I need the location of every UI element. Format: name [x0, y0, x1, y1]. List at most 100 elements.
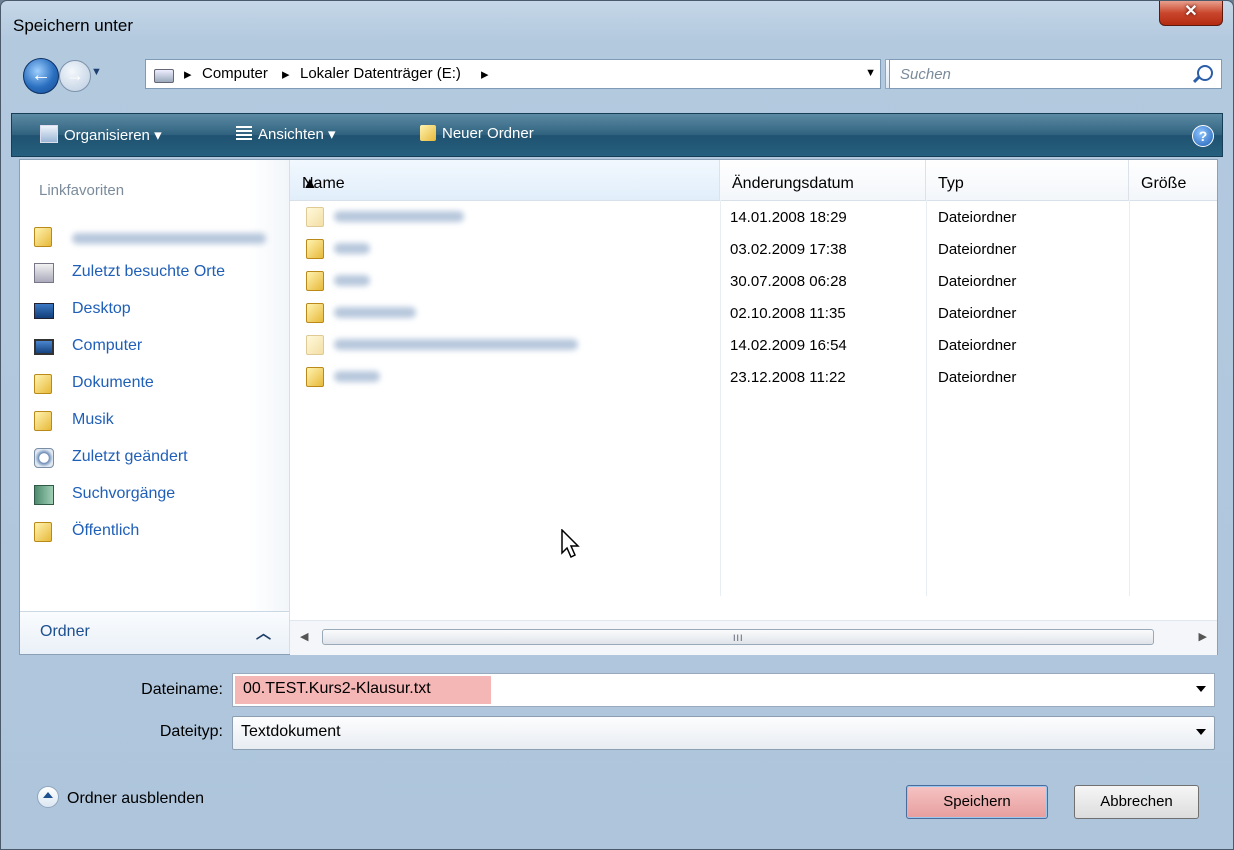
filetype-select[interactable]: Textdokument — [232, 716, 1215, 750]
file-row[interactable]: 14.01.2008 18:29 Dateiordner — [290, 202, 1217, 234]
file-name — [334, 365, 380, 387]
sidebar-item-documents[interactable]: Dokumente — [34, 371, 284, 399]
file-date: 14.02.2009 16:54 — [730, 337, 847, 354]
column-header-name[interactable]: Name ▲ — [290, 160, 720, 200]
column-header-label: Typ — [938, 175, 964, 192]
chevron-down-icon[interactable]: ▼ — [865, 67, 876, 79]
column-header-label: Größe — [1141, 175, 1187, 192]
sidebar-item-label: Öffentlich — [72, 522, 140, 539]
sidebar-item-computer[interactable]: Computer — [34, 334, 284, 362]
chevron-down-icon: ▾ — [154, 127, 162, 144]
chevron-down-icon: ▼ — [91, 66, 102, 78]
file-name — [334, 237, 370, 259]
folder-icon — [34, 522, 52, 542]
file-name — [334, 205, 464, 227]
forward-button[interactable]: → — [59, 60, 91, 92]
chevron-up-icon: ︿ — [255, 625, 271, 642]
sidebar-item-recent-places[interactable]: Zuletzt besuchte Orte — [34, 260, 284, 288]
folders-label: Ordner — [40, 623, 90, 640]
file-row[interactable]: 03.02.2009 17:38 Dateiordner — [290, 234, 1217, 266]
folder-icon — [34, 411, 52, 431]
file-row[interactable]: 02.10.2008 11:35 Dateiordner — [290, 298, 1217, 330]
file-type: Dateiordner — [938, 305, 1017, 322]
filename-input[interactable]: 00.TEST.Kurs2-Klausur.txt — [232, 673, 1215, 707]
file-date: 23.12.2008 11:22 — [730, 369, 846, 386]
file-name — [334, 333, 578, 355]
filetype-label: Dateityp: — [159, 723, 223, 740]
file-row[interactable]: 30.07.2008 06:28 Dateiordner — [290, 266, 1217, 298]
column-header-row: Name ▲ Änderungsdatum Typ Größe — [290, 160, 1217, 201]
hide-folders-label: Ordner ausblenden — [67, 790, 204, 807]
browser-pane: Linkfavoriten Zuletzt besuchte Orte Desk… — [19, 159, 1218, 655]
file-row[interactable]: 14.02.2009 16:54 Dateiordner — [290, 330, 1217, 362]
sort-ascending-icon: ▲ — [302, 175, 318, 192]
sidebar-item-label: Musik — [72, 411, 114, 428]
sidebar-item-public[interactable]: Öffentlich — [34, 519, 284, 547]
address-bar[interactable]: ▸ Computer ▸ Lokaler Datenträger (E:) ▸ … — [145, 59, 881, 89]
sidebar-item-label — [72, 227, 266, 249]
scrollbar-thumb[interactable]: III — [322, 629, 1154, 645]
new-folder-button[interactable]: Neuer Ordner — [420, 125, 534, 142]
hide-folders-button[interactable]: Ordner ausblenden — [37, 786, 204, 808]
breadcrumb-separator-icon[interactable]: ▸ — [282, 65, 290, 83]
sidebar-item-label: Zuletzt geändert — [72, 448, 188, 465]
sidebar-item-label: Computer — [72, 337, 143, 354]
organize-menu[interactable]: Organisieren ▾ — [40, 125, 162, 144]
sidebar-item-recently-changed[interactable]: Zuletzt geändert — [34, 445, 284, 473]
cancel-button[interactable]: Abbrechen — [1074, 785, 1199, 819]
filename-label: Dateiname: — [141, 681, 223, 698]
sidebar-item-label: Zuletzt besuchte Orte — [72, 263, 225, 280]
window-title: Speichern unter — [13, 16, 134, 35]
scroll-right-icon[interactable]: ▶ — [1199, 630, 1207, 643]
horizontal-scrollbar[interactable]: ◀ III ▶ — [290, 620, 1217, 655]
search-icon[interactable] — [1197, 65, 1213, 81]
recent-places-icon — [34, 263, 54, 283]
chevron-down-icon — [1196, 729, 1206, 735]
views-icon — [236, 126, 252, 142]
column-header-type[interactable]: Typ — [926, 160, 1129, 200]
command-toolbar: Organisieren ▾ Ansichten ▾ Neuer Ordner … — [11, 113, 1223, 157]
file-type: Dateiordner — [938, 369, 1017, 386]
search-input[interactable]: Suchen — [889, 59, 1222, 89]
sidebar-item-label: Dokumente — [72, 374, 154, 391]
back-button[interactable]: ← — [23, 58, 59, 94]
save-button[interactable]: Speichern — [906, 785, 1048, 819]
scroll-left-icon[interactable]: ◀ — [300, 630, 308, 643]
organize-icon — [40, 125, 58, 143]
column-header-size[interactable]: Größe — [1129, 160, 1217, 200]
breadcrumb-computer[interactable]: Computer — [202, 65, 268, 82]
sidebar-item-desktop[interactable]: Desktop — [34, 297, 284, 325]
folder-icon — [306, 239, 324, 259]
sidebar-item-label: Suchvorgänge — [72, 485, 176, 502]
file-type: Dateiordner — [938, 241, 1017, 258]
sidebar-item-searches[interactable]: Suchvorgänge — [34, 482, 284, 510]
folder-icon — [306, 207, 324, 227]
file-type: Dateiordner — [938, 209, 1017, 226]
search-placeholder: Suchen — [900, 66, 951, 83]
breadcrumb-drive-e[interactable]: Lokaler Datenträger (E:) — [300, 65, 461, 82]
chevron-down-icon: ▾ — [328, 126, 336, 143]
file-date: 02.10.2008 11:35 — [730, 305, 846, 322]
chevron-down-icon[interactable] — [1196, 686, 1206, 692]
column-header-date[interactable]: Änderungsdatum — [720, 160, 926, 200]
sidebar-item-label: Desktop — [72, 300, 131, 317]
file-row[interactable]: 23.12.2008 11:22 Dateiordner — [290, 362, 1217, 394]
close-button[interactable]: ✕ — [1159, 1, 1223, 26]
arrow-right-icon: → — [66, 65, 84, 85]
sidebar-item-blurred[interactable] — [34, 224, 284, 252]
file-type: Dateiordner — [938, 337, 1017, 354]
folders-toggle[interactable]: Ordner ︿ — [20, 611, 289, 654]
breadcrumb-separator-icon[interactable]: ▸ — [184, 65, 192, 83]
arrow-left-icon: ← — [31, 64, 51, 86]
scrollbar-grip: III — [733, 633, 744, 643]
help-icon[interactable]: ? — [1192, 125, 1214, 147]
file-name — [334, 269, 370, 291]
organize-label: Organisieren — [64, 127, 150, 144]
views-menu[interactable]: Ansichten ▾ — [236, 125, 336, 143]
recent-pages-dropdown[interactable]: ▼ — [91, 66, 102, 78]
file-name — [334, 301, 416, 323]
file-date: 14.01.2008 18:29 — [730, 209, 847, 226]
sidebar-item-music[interactable]: Musik — [34, 408, 284, 436]
searches-icon — [34, 485, 54, 505]
breadcrumb-separator-icon[interactable]: ▸ — [481, 65, 489, 83]
